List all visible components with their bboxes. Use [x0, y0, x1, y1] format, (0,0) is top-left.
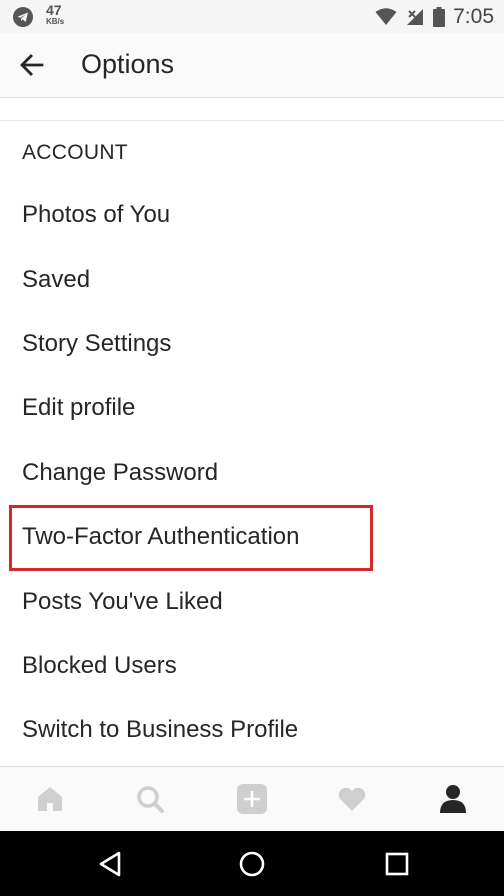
- home-icon[interactable]: [34, 783, 66, 815]
- status-bar: 47 KB/s 7:05: [0, 0, 504, 33]
- clock: 7:05: [453, 5, 494, 28]
- option-photos-of-you[interactable]: Photos of You: [22, 201, 170, 229]
- network-speed-value: 47: [46, 2, 62, 18]
- back-triangle-icon[interactable]: [95, 849, 125, 879]
- signal-icon: [407, 9, 424, 25]
- option-story-settings[interactable]: Story Settings: [22, 330, 171, 358]
- section-divider: [0, 120, 504, 121]
- option-switch-to-business-profile[interactable]: Switch to Business Profile: [22, 716, 298, 744]
- back-arrow-icon[interactable]: [18, 51, 46, 79]
- option-two-factor-authentication[interactable]: Two-Factor Authentication: [22, 523, 299, 551]
- wifi-icon: [375, 8, 397, 25]
- system-nav-bar: [0, 831, 504, 896]
- home-circle-icon[interactable]: [237, 849, 267, 879]
- network-speed-unit: KB/s: [46, 17, 65, 26]
- tab-bar: [0, 766, 504, 832]
- option-change-password[interactable]: Change Password: [22, 459, 218, 487]
- network-speed: 47 KB/s: [46, 3, 64, 26]
- option-saved[interactable]: Saved: [22, 266, 90, 294]
- app-header: Options: [0, 33, 504, 98]
- search-icon[interactable]: [134, 783, 166, 815]
- telegram-icon: [13, 7, 33, 27]
- option-posts-youve-liked[interactable]: Posts You've Liked: [22, 588, 223, 616]
- page-title: Options: [81, 49, 175, 79]
- recents-square-icon[interactable]: [382, 849, 412, 879]
- section-title: ACCOUNT: [22, 141, 128, 164]
- add-icon[interactable]: [236, 783, 268, 815]
- heart-icon[interactable]: [336, 783, 368, 815]
- option-edit-profile[interactable]: Edit profile: [22, 394, 135, 422]
- option-blocked-users[interactable]: Blocked Users: [22, 652, 177, 680]
- battery-icon: [433, 7, 446, 27]
- profile-icon[interactable]: [437, 783, 469, 815]
